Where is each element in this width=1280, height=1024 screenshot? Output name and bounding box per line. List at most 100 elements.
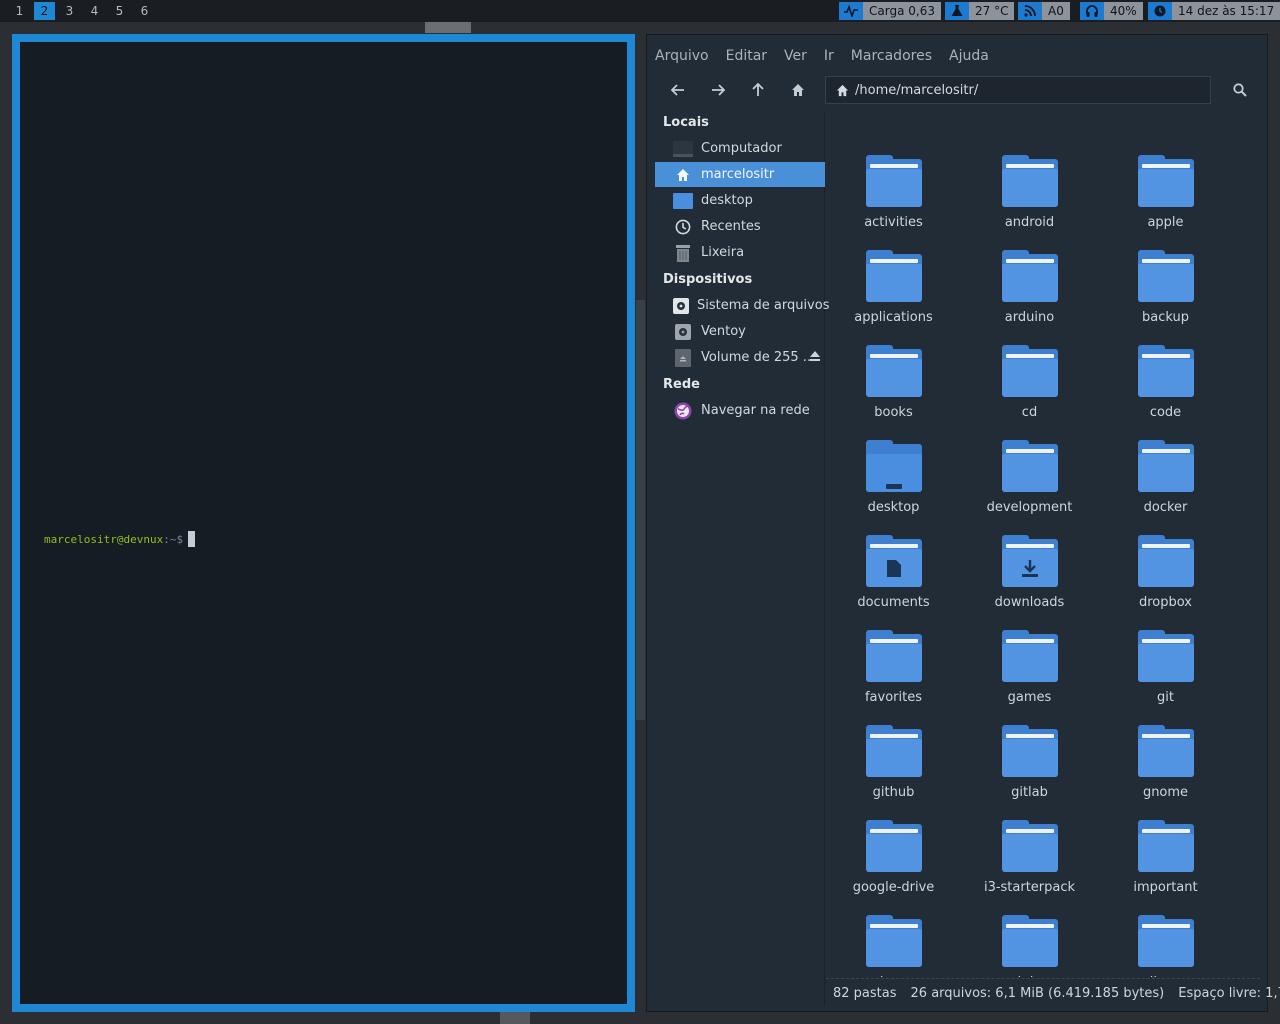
workspace-2[interactable]: 2: [34, 2, 55, 20]
folder-item[interactable]: favorites: [826, 621, 946, 711]
folder-item[interactable]: github: [826, 716, 946, 806]
folder-label: gitlab: [1011, 785, 1048, 800]
workspace-5[interactable]: 5: [109, 2, 130, 20]
folder-item[interactable]: development: [962, 431, 1082, 521]
folder-item[interactable]: cd: [962, 336, 1082, 426]
back-button[interactable]: [663, 75, 693, 105]
folder-item[interactable]: applications: [826, 241, 946, 331]
workspace-3[interactable]: 3: [59, 2, 80, 20]
folder-item[interactable]: desktop: [826, 431, 946, 521]
clock-icon: [1148, 2, 1172, 20]
home-icon: [673, 166, 693, 184]
folder-item[interactable]: activities: [826, 146, 946, 236]
folder-icon: [1002, 915, 1058, 967]
workspace-6[interactable]: 6: [134, 2, 155, 20]
folder-icon: [866, 250, 922, 302]
workspace-1[interactable]: 1: [9, 2, 30, 20]
arrow-up-icon: [752, 82, 764, 96]
home-button[interactable]: [783, 75, 813, 105]
drive-icon: [673, 297, 689, 315]
folder-item[interactable]: books: [826, 336, 946, 426]
folder-grid: activities android apple applications arduin…: [826, 111, 1260, 977]
folder-item[interactable]: gnome: [1098, 716, 1218, 806]
folder-label: cd: [1021, 405, 1038, 420]
sidebar-item-volume[interactable]: Volume de 255 ...: [655, 345, 825, 370]
folder-icon: [1002, 440, 1058, 492]
folder-icon: [1002, 630, 1058, 682]
folder-icon: [1002, 345, 1058, 397]
clock-indicator[interactable]: 14 dez às 15:17: [1148, 2, 1280, 20]
folder-label: kde: [962, 975, 1097, 977]
wallpaper-stripe: [425, 22, 471, 33]
folder-label: dropbox: [1138, 595, 1192, 610]
folder-item[interactable]: games: [962, 621, 1082, 711]
search-icon: [1233, 83, 1247, 97]
folder-downloads-icon: [1002, 535, 1058, 587]
folder-label: docker: [1143, 500, 1188, 515]
location-bar[interactable]: /home/marcelositr/: [825, 76, 1211, 104]
up-button[interactable]: [743, 75, 773, 105]
home-icon: [792, 84, 804, 96]
folder-item[interactable]: documents: [826, 526, 946, 616]
sidebar-item-ventoy[interactable]: Ventoy: [655, 319, 825, 344]
folder-label: android: [1004, 215, 1055, 230]
menu-ir[interactable]: Ir: [824, 43, 834, 69]
pulse-icon: [839, 2, 863, 20]
folder-label: java: [826, 975, 961, 977]
menu-arquivo[interactable]: Arquivo: [655, 43, 709, 69]
folder-item[interactable]: dropbox: [1098, 526, 1218, 616]
folder-item[interactable]: kde: [962, 906, 1082, 977]
arrow-left-icon: [670, 84, 684, 96]
menu-marcadores[interactable]: Marcadores: [851, 43, 932, 69]
removable-drive-icon: [673, 348, 693, 367]
folder-item[interactable]: downloads: [962, 526, 1082, 616]
folder-item[interactable]: i3-starterpack: [962, 811, 1082, 901]
menu-ver[interactable]: Ver: [784, 43, 807, 69]
sidebar-item-desktop[interactable]: desktop: [655, 188, 825, 213]
sidebar-item-recentes[interactable]: Recentes: [655, 214, 825, 239]
sidebar-item-lixeira[interactable]: Lixeira: [655, 240, 825, 265]
folder-item[interactable]: apple: [1098, 146, 1218, 236]
folder-item[interactable]: google-drive: [826, 811, 946, 901]
load-indicator: Carga 0,63: [839, 2, 941, 20]
folder-item[interactable]: docker: [1098, 431, 1218, 521]
sidebar-item-marcelositr[interactable]: marcelositr: [655, 162, 825, 187]
folder-item[interactable]: gitlab: [962, 716, 1082, 806]
volume-indicator: 40%: [1080, 2, 1143, 20]
sidebar-section-locais: Locais: [663, 115, 709, 130]
prompt-user: marcelositr@devnux: [44, 533, 164, 546]
folder-icon: [866, 725, 922, 777]
folder-label: desktop: [867, 500, 920, 515]
terminal-window[interactable]: marcelositr@devnux:~$: [12, 34, 635, 1012]
search-button[interactable]: [1225, 75, 1255, 105]
eject-icon[interactable]: [809, 350, 821, 365]
arrow-right-icon: [712, 84, 726, 96]
menu-bar: Arquivo Editar Ver Ir Marcadores Ajuda: [655, 43, 1006, 69]
menu-editar[interactable]: Editar: [726, 43, 767, 69]
menu-ajuda[interactable]: Ajuda: [949, 43, 989, 69]
folder-item[interactable]: java: [826, 906, 946, 977]
sidebar-section-dispositivos: Dispositivos: [663, 272, 753, 287]
temperature-indicator: 27 °C: [945, 2, 1015, 20]
folder-item[interactable]: code: [1098, 336, 1218, 426]
folder-label: development: [986, 500, 1073, 515]
sidebar-item-navegar-na-rede[interactable]: Navegar na rede: [655, 398, 825, 423]
folder-item[interactable]: important: [1098, 811, 1218, 901]
drive-icon: [673, 323, 693, 341]
terminal-prompt[interactable]: marcelositr@devnux:~$: [44, 531, 196, 547]
folder-item[interactable]: git: [1098, 621, 1218, 711]
sidebar-item-sistema-de-arquivos[interactable]: Sistema de arquivos: [655, 293, 829, 318]
folder-label: linux: [1098, 975, 1233, 977]
folder-item[interactable]: linux: [1098, 906, 1218, 977]
workspace-4[interactable]: 4: [84, 2, 105, 20]
folder-label: downloads: [994, 595, 1065, 610]
trash-icon: [673, 244, 693, 262]
sidebar-item-computador[interactable]: Computador: [655, 136, 825, 161]
folder-item[interactable]: arduino: [962, 241, 1082, 331]
folder-item[interactable]: backup: [1098, 241, 1218, 331]
flask-icon: [945, 2, 969, 20]
folder-label: favorites: [864, 690, 922, 705]
forward-button[interactable]: [703, 75, 733, 105]
folder-item[interactable]: android: [962, 146, 1082, 236]
folder-label: games: [1007, 690, 1052, 705]
